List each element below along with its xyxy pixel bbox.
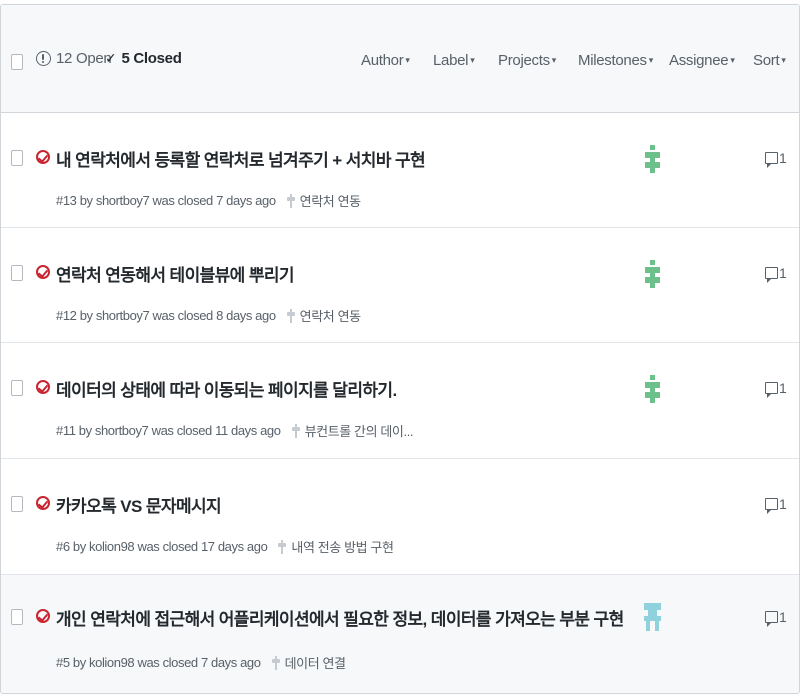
issue-meta: #5 by kolion98 was closed 7 days ago 데이터… bbox=[56, 653, 346, 672]
issues-list: 12 Open ✓ 5 Closed Author ▾ Label ▾ Projec… bbox=[0, 4, 800, 694]
issue-closed-icon bbox=[36, 265, 50, 279]
milestone-icon bbox=[278, 539, 287, 554]
comment-icon bbox=[765, 382, 778, 398]
caret-down-icon: ▾ bbox=[730, 55, 735, 65]
assignee-avatar[interactable] bbox=[644, 375, 661, 403]
issue-title-link[interactable]: 데이터의 상태에 따라 이동되는 페이지를 달리하기. bbox=[56, 376, 397, 401]
issue-title-link[interactable]: 내 연락처에서 등록할 연락처로 넘겨주기 + 서치바 구현 bbox=[56, 146, 426, 171]
milestone-icon bbox=[291, 423, 300, 438]
author-filter[interactable]: Author ▾ bbox=[361, 52, 410, 69]
milestone-icon bbox=[271, 655, 280, 670]
comment-count: 1 bbox=[779, 150, 787, 166]
issue-closed-icon bbox=[36, 380, 50, 394]
assignee-avatar[interactable] bbox=[644, 603, 661, 631]
assignee-avatar[interactable] bbox=[644, 260, 661, 288]
identicon-pattern bbox=[645, 145, 660, 173]
issue-checkbox[interactable] bbox=[11, 380, 23, 396]
comments-link[interactable]: 1 bbox=[765, 150, 787, 168]
comments-link[interactable]: 1 bbox=[765, 265, 787, 283]
issue-title-link[interactable]: 카카오톡 VS 문자메시지 bbox=[56, 492, 222, 517]
comment-count: 1 bbox=[779, 380, 787, 396]
issues-list-header: 12 Open ✓ 5 Closed Author ▾ Label ▾ Projec… bbox=[1, 5, 799, 113]
issue-row: 내 연락처에서 등록할 연락처로 넘겨주기 + 서치바 구현 #13 by sh… bbox=[1, 113, 799, 228]
identicon-pattern bbox=[644, 603, 661, 631]
assignee-filter[interactable]: Assignee ▾ bbox=[669, 52, 735, 69]
sort-filter[interactable]: Sort ▾ bbox=[753, 52, 786, 69]
issue-meta: #13 by shortboy7 was closed 7 days ago 연… bbox=[56, 191, 361, 210]
comment-count: 1 bbox=[779, 609, 787, 625]
issue-meta: #11 by shortboy7 was closed 11 days ago … bbox=[56, 421, 414, 440]
caret-down-icon: ▾ bbox=[648, 55, 654, 65]
milestone-link[interactable]: 내역 전송 방법 구현 bbox=[291, 537, 394, 556]
comments-link[interactable]: 1 bbox=[765, 609, 787, 627]
comment-icon bbox=[765, 498, 778, 514]
label-filter[interactable]: Label ▾ bbox=[433, 52, 475, 69]
comments-link[interactable]: 1 bbox=[765, 496, 787, 514]
issue-checkbox[interactable] bbox=[11, 609, 23, 625]
closed-count-label: 5 Closed bbox=[121, 50, 182, 67]
milestones-filter[interactable]: Milestones ▾ bbox=[578, 52, 653, 69]
issue-opened-icon bbox=[36, 51, 51, 66]
issue-closed-icon bbox=[36, 150, 50, 164]
open-count-label: 12 Open bbox=[56, 50, 112, 67]
issue-checkbox[interactable] bbox=[11, 496, 23, 512]
issue-meta: #6 by kolion98 was closed 17 days ago 내역… bbox=[56, 537, 394, 556]
issue-meta: #12 by shortboy7 was closed 8 days ago 연… bbox=[56, 306, 361, 325]
comment-icon bbox=[765, 267, 778, 283]
issue-title-link[interactable]: 연락처 연동해서 테이블뷰에 뿌리기 bbox=[56, 261, 295, 286]
milestone-icon bbox=[286, 193, 295, 208]
caret-down-icon: ▾ bbox=[781, 55, 786, 65]
issue-closed-icon bbox=[36, 609, 50, 623]
issue-closed-icon bbox=[36, 496, 50, 510]
issue-row: 연락처 연동해서 테이블뷰에 뿌리기 #12 by shortboy7 was … bbox=[1, 228, 799, 343]
comment-icon bbox=[765, 611, 778, 627]
closed-issues-tab[interactable]: ✓ 5 Closed bbox=[105, 50, 182, 67]
issue-checkbox[interactable] bbox=[11, 265, 23, 281]
identicon-pattern bbox=[645, 260, 660, 288]
milestone-link[interactable]: 연락처 연동 bbox=[300, 191, 361, 210]
identicon-pattern bbox=[645, 375, 660, 403]
milestone-link[interactable]: 뷰컨트롤 간의 데이... bbox=[305, 421, 414, 440]
comment-icon bbox=[765, 152, 778, 168]
issue-row: 개인 연락처에 접근해서 어플리케이션에서 필요한 정보, 데이터를 가져오는 … bbox=[1, 575, 799, 693]
open-issues-tab[interactable]: 12 Open bbox=[36, 50, 112, 67]
projects-filter[interactable]: Projects ▾ bbox=[498, 52, 556, 69]
caret-down-icon: ▾ bbox=[551, 55, 557, 65]
caret-down-icon: ▾ bbox=[405, 55, 410, 65]
issue-row: 데이터의 상태에 따라 이동되는 페이지를 달리하기. #11 by short… bbox=[1, 343, 799, 459]
comment-count: 1 bbox=[779, 265, 787, 281]
milestone-link[interactable]: 데이터 연결 bbox=[285, 653, 346, 672]
issue-row: 카카오톡 VS 문자메시지 #6 by kolion98 was closed … bbox=[1, 459, 799, 575]
milestone-icon bbox=[286, 308, 295, 323]
check-icon: ✓ bbox=[105, 50, 117, 66]
caret-down-icon: ▾ bbox=[470, 55, 475, 65]
milestone-link[interactable]: 연락처 연동 bbox=[300, 306, 361, 325]
issue-checkbox[interactable] bbox=[11, 150, 23, 166]
issue-title-link[interactable]: 개인 연락처에 접근해서 어플리케이션에서 필요한 정보, 데이터를 가져오는 … bbox=[56, 605, 624, 630]
select-all-checkbox[interactable] bbox=[11, 54, 23, 70]
comment-count: 1 bbox=[779, 496, 787, 512]
comments-link[interactable]: 1 bbox=[765, 380, 787, 398]
assignee-avatar[interactable] bbox=[644, 145, 661, 173]
